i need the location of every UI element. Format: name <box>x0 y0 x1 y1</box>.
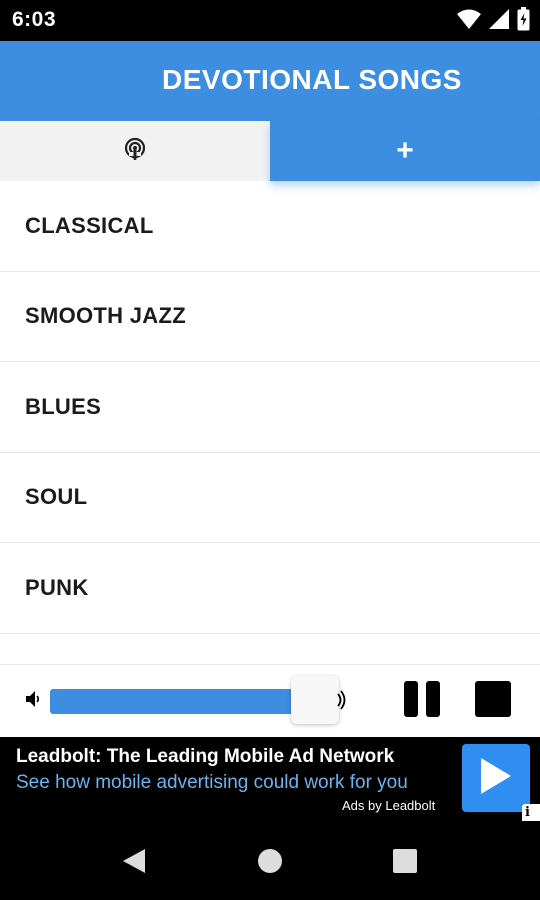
volume-low-icon <box>26 690 42 713</box>
ad-play-button[interactable] <box>462 744 530 812</box>
navigation-bar <box>0 821 540 900</box>
recents-button[interactable] <box>391 847 419 875</box>
volume-slider-track[interactable] <box>50 689 295 714</box>
stop-button[interactable] <box>475 681 511 717</box>
volume-slider-thumb[interactable] <box>291 676 339 724</box>
home-button[interactable] <box>256 847 284 875</box>
tab-radio[interactable] <box>0 121 270 181</box>
list-item-label: CLASSICAL <box>25 212 154 238</box>
recents-icon <box>393 849 417 873</box>
info-label: i <box>525 805 530 820</box>
page-title: DEVOTIONAL SONGS <box>162 64 462 95</box>
battery-icon <box>517 6 530 36</box>
ad-banner[interactable]: Leadbolt: The Leading Mobile Ad Network … <box>0 737 540 821</box>
list-item[interactable]: PUNK <box>0 543 540 634</box>
list-item-label: SMOOTH JAZZ <box>25 303 186 329</box>
app-bar: DEVOTIONAL SONGS <box>0 41 540 121</box>
tab-bar: + <box>0 121 540 181</box>
ad-subtitle[interactable]: See how mobile advertising could work fo… <box>16 772 408 794</box>
list-item[interactable]: CLASSICAL <box>0 181 540 272</box>
player-bar <box>0 664 540 737</box>
cellular-signal-icon <box>489 8 509 34</box>
ad-info-icon[interactable]: i <box>522 804 540 821</box>
add-tab-label: + <box>396 134 414 167</box>
list-item[interactable]: SOUL <box>0 453 540 543</box>
ad-title[interactable]: Leadbolt: The Leading Mobile Ad Network <box>16 746 394 768</box>
pause-button[interactable] <box>404 681 440 717</box>
status-time: 6:03 <box>12 8 57 31</box>
pause-icon-bar <box>404 681 418 717</box>
status-bar: 6:03 <box>0 0 540 41</box>
list-item-label: SOUL <box>25 484 88 510</box>
list-item[interactable]: SMOOTH JAZZ <box>0 272 540 362</box>
list-item-label: BLUES <box>25 393 102 419</box>
play-icon <box>479 756 513 801</box>
back-icon <box>123 849 145 873</box>
status-icons <box>457 6 530 36</box>
genre-list: CLASSICAL SMOOTH JAZZ BLUES SOUL PUNK <box>0 181 540 664</box>
pause-icon-bar <box>426 681 440 717</box>
back-button[interactable] <box>120 847 148 875</box>
volume-high-icon <box>337 690 347 715</box>
list-item[interactable]: BLUES <box>0 362 540 453</box>
list-item-label: PUNK <box>25 574 89 600</box>
home-icon <box>258 849 282 873</box>
podcast-icon <box>124 137 146 166</box>
tab-add[interactable]: + <box>270 121 540 181</box>
wifi-icon <box>457 9 481 34</box>
ad-attribution: Ads by Leadbolt <box>342 798 436 813</box>
